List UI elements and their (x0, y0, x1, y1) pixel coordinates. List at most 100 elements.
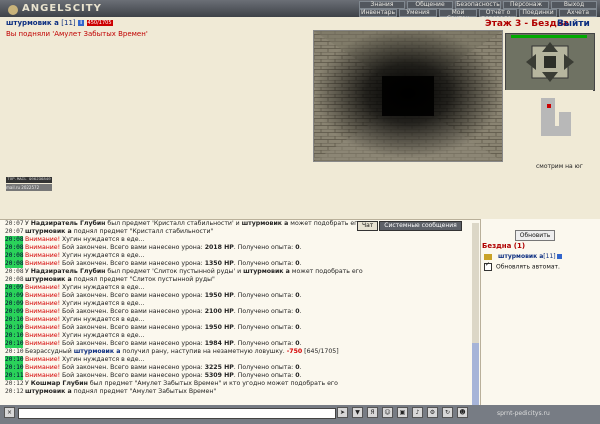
chat-timestamp[interactable]: 20:11 (5, 372, 24, 380)
menu-item-personazh[interactable]: Персонаж (503, 1, 549, 9)
chat-text: Внимание! (24, 244, 61, 251)
chat-text: Внимание! (24, 332, 61, 339)
chat-timestamp[interactable]: 20:08 (5, 276, 24, 284)
tab-chat[interactable]: Чат (357, 221, 379, 231)
menu-item-otchet[interactable]: Отчёт о переводах (479, 9, 517, 22)
send-icon[interactable]: ➤ (337, 407, 348, 418)
chat-text[interactable]: 1950 HP (205, 324, 234, 331)
member-name[interactable]: штурмовик а (498, 253, 543, 260)
chat-text: Хугин нуждается в еде... (60, 236, 145, 243)
chat-text: Хугин нуждается в еде... (60, 316, 145, 323)
facing-direction: смотрим на юг (536, 163, 583, 170)
chat-text[interactable]: 2100 HP (205, 308, 234, 315)
lock-icon[interactable]: ▣ (397, 407, 408, 418)
translit-icon[interactable]: Я (367, 407, 378, 418)
chat-text: . (299, 244, 302, 251)
chat-text[interactable]: штурмовик а (25, 388, 72, 395)
chat-text: . (299, 308, 302, 315)
pickup-notice: Вы подняли 'Амулет Забытых Времен' (6, 30, 148, 38)
chat-timestamp[interactable]: 20:10 (5, 324, 24, 332)
auto-refresh-label: Обновлять автомат. (496, 263, 560, 271)
menu-item-obshchenie[interactable]: Общение (407, 1, 453, 9)
user-icon[interactable]: ☺ (382, 407, 393, 418)
chat-timestamp[interactable]: 20:08 (5, 244, 24, 252)
chat-text: . (299, 324, 302, 331)
chat-timestamp[interactable]: 20:12 (5, 380, 24, 388)
chat-timestamp[interactable]: 20:10 (5, 316, 24, 324)
info-icon[interactable]: i (78, 20, 85, 26)
menu-item-bezopasnost[interactable]: Безопасность (455, 1, 501, 9)
chat-timestamp[interactable]: 20:08 (5, 252, 24, 260)
member-info-icon[interactable] (556, 254, 562, 259)
chat-timestamp[interactable]: 20:07 (5, 220, 24, 228)
chat-timestamp[interactable]: 20:10 (5, 340, 24, 348)
refresh-chat-icon[interactable]: ↻ (442, 407, 453, 418)
chat-text[interactable]: 1950 HP (205, 292, 234, 299)
chat-timestamp[interactable]: 20:09 (5, 300, 24, 308)
menu-item-znaniya[interactable]: Знания (359, 1, 405, 9)
character-name[interactable]: штурмовик а (6, 19, 59, 27)
chat-text[interactable]: Кошмар Глубин (31, 380, 88, 387)
chat-timestamp[interactable]: 20:08 (5, 236, 24, 244)
menu-item-akhcheta[interactable]: Ахчета (559, 9, 597, 17)
chat-text[interactable]: 1350 HP (205, 260, 234, 267)
chat-timestamp[interactable]: 20:12 (5, 388, 24, 396)
main-menu-row1: Знания Общение Безопасность Персонаж Вых… (358, 1, 598, 9)
chat-timestamp[interactable]: 20:10 (5, 364, 24, 372)
chat-text[interactable]: 2018 HP (205, 244, 234, 251)
menu-item-poedinki[interactable]: Поединки (519, 9, 557, 17)
chat-timestamp[interactable]: 20:09 (5, 292, 24, 300)
chat-text: Внимание! (24, 324, 61, 331)
chat-text: Хугин нуждается в еде... (60, 300, 145, 307)
chat-text: Внимание! (24, 260, 61, 267)
chat-scrollbar[interactable] (472, 223, 479, 407)
navigation-arrows-icon[interactable] (506, 34, 594, 90)
minimap-icon (541, 98, 571, 136)
chat-timestamp[interactable]: 20:10 (5, 356, 24, 364)
counter-top-mail[interactable]: TOP.MAIL 906236840 (6, 177, 52, 183)
refresh-button[interactable]: Обновить (515, 230, 555, 241)
chat-text[interactable]: штурмовик а (25, 276, 72, 283)
chat-text[interactable]: штурмовик а (242, 220, 289, 227)
chat-text: Бой закончен. Всего вами нанесено урона: (60, 340, 205, 347)
main-menu-row2: Инвентарь Умения Мой Свиток Отчёт о пере… (358, 9, 598, 22)
chat-text[interactable]: штурмовик а (25, 228, 72, 235)
counter-mail-ru[interactable]: mail.ru 2022572 (6, 184, 52, 191)
chat-text[interactable]: 5309 HP (205, 372, 234, 379)
chat-timestamp[interactable]: 20:07 (5, 228, 24, 236)
settings-icon[interactable]: ⚙ (427, 407, 438, 418)
corridor-image (314, 31, 502, 161)
chat-text: был предмет 'Слиток пустынной руды' и (105, 268, 244, 275)
chat-text: Бой закончен. Всего вами нанесено урона: (60, 324, 205, 331)
chat-input[interactable] (18, 408, 336, 419)
chat-timestamp[interactable]: 20:08 (5, 260, 24, 268)
chat-message: 20:08 Внимание! Хугин нуждается в еде... (0, 236, 480, 244)
scroll-thumb[interactable] (472, 343, 479, 407)
auto-refresh-checkbox[interactable] (484, 261, 492, 271)
chat-message: 20:10 Безрассудный штурмовик а получил р… (0, 348, 480, 356)
clear-icon[interactable]: × (4, 407, 15, 418)
chat-text[interactable]: Надзиратель Глубин (31, 220, 106, 227)
chat-text: поднял предмет "Амулет Забытых Времен" (71, 388, 217, 395)
menu-item-inventar[interactable]: Инвентарь (359, 9, 397, 17)
chat-text[interactable]: Надзиратель Глубин (31, 268, 106, 275)
chat-text[interactable]: 3225 HP (205, 364, 234, 371)
chat-timestamp[interactable]: 20:10 (5, 332, 24, 340)
filter-icon[interactable]: ▼ (352, 407, 363, 418)
chat-timestamp[interactable]: 20:09 (5, 308, 24, 316)
chat-timestamp[interactable]: 20:08 (5, 268, 24, 276)
mini-hp-bar (511, 35, 587, 38)
chat-text[interactable]: штурмовик а (243, 268, 290, 275)
menu-item-moy-svitok[interactable]: Мой Свиток (439, 9, 477, 22)
menu-item-umeniya[interactable]: Умения (399, 9, 437, 17)
tab-system-messages[interactable]: Системные сообщения (379, 221, 462, 231)
menu-item-vykhod[interactable]: Выход (551, 1, 597, 9)
chat-timestamp[interactable]: 20:10 (5, 348, 24, 356)
chat-text[interactable]: 1984 HP (205, 340, 234, 347)
chat-text: Бой закончен. Всего вами нанесено урона: (60, 292, 205, 299)
exit-link[interactable]: Выйти (557, 19, 590, 29)
sound-icon[interactable]: ♪ (412, 407, 423, 418)
chat-timestamp[interactable]: 20:09 (5, 284, 24, 292)
chat-text[interactable]: штурмовик а (74, 348, 121, 355)
smile-icon[interactable]: ☻ (457, 407, 468, 418)
